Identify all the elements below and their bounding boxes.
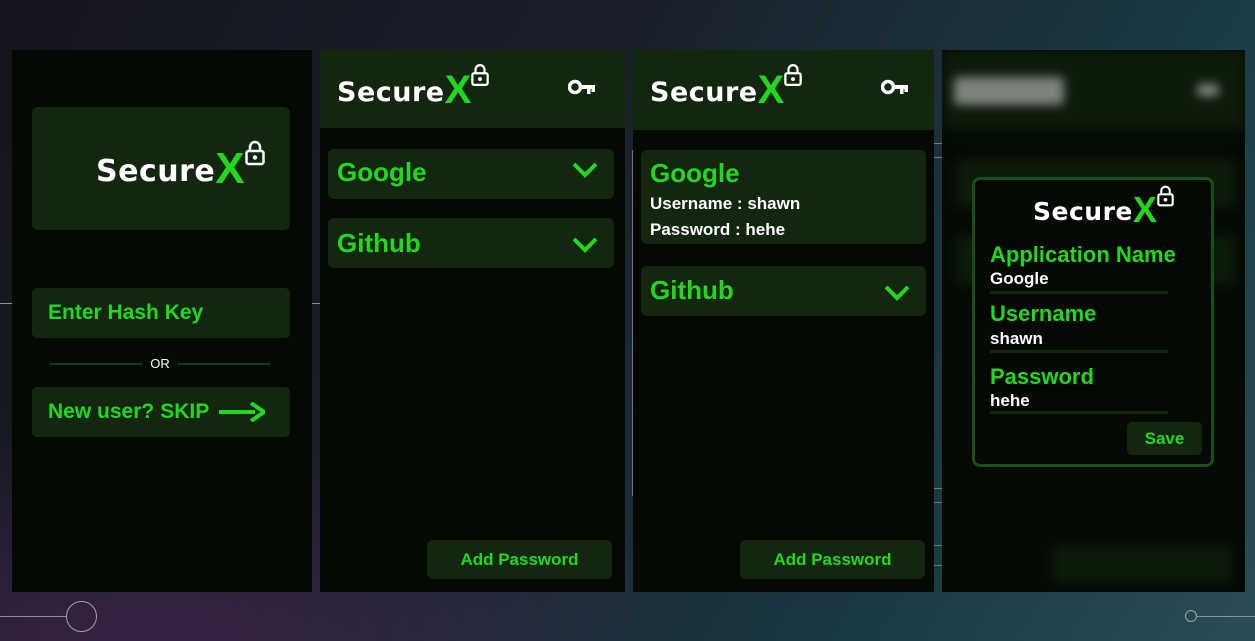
lock-icon [471, 63, 490, 108]
chevron-down-icon[interactable] [572, 237, 598, 258]
entry-name: Google [650, 158, 740, 188]
logo-blur-block [954, 77, 1064, 105]
app-name-label: Application Name [990, 242, 1176, 267]
divider-line [934, 143, 942, 144]
list-item[interactable]: Github [328, 218, 614, 268]
app-logo: ​ [954, 74, 1064, 105]
decor-line [0, 303, 12, 304]
lock-icon [244, 140, 265, 189]
login-screen: Secure X Enter Hash Key OR New user? SKI… [12, 50, 312, 592]
arrow-right-icon [219, 402, 266, 422]
blurred-add-button [1052, 545, 1232, 583]
entry-name: Google [337, 157, 427, 187]
entry-name: Github [650, 275, 734, 305]
decor-circle [66, 601, 97, 632]
logo-x: X [1132, 189, 1157, 230]
decor-line [312, 303, 320, 304]
or-divider: OR [50, 356, 270, 372]
password-list-screen: Secure X Google Github Add Password [320, 50, 625, 592]
decor-circle [1185, 610, 1197, 622]
app-header: ​ [942, 50, 1245, 130]
entry-name: Github [337, 228, 421, 258]
username-label: Username [990, 301, 1097, 326]
username-field[interactable]: shawn [990, 329, 1043, 349]
logo-card: Secure X [32, 107, 290, 230]
divider-line [934, 565, 942, 566]
logo-text: Secure [1033, 197, 1133, 226]
decor-line [1196, 616, 1255, 617]
chevron-down-icon[interactable] [572, 162, 598, 183]
logo-text: Secure [96, 154, 216, 189]
key-icon[interactable] [567, 79, 596, 102]
add-password-button[interactable]: Add Password [427, 540, 612, 579]
logo-text: Secure [650, 77, 758, 108]
add-password-screen: ​ Secure X Application Name Google Usern… [942, 50, 1245, 592]
app-logo: Secure X [337, 63, 490, 112]
divider-line [632, 150, 633, 496]
divider-line [934, 157, 942, 158]
divider-line [934, 502, 942, 503]
password-field[interactable]: hehe [990, 391, 1030, 411]
app-header: Secure X [320, 50, 625, 128]
skip-prefix: New user? [48, 400, 155, 423]
lock-icon [784, 63, 803, 108]
decor-line [0, 616, 66, 617]
key-icon[interactable] [880, 79, 909, 102]
entry-username: Username : shawn [650, 194, 801, 213]
app-logo: Secure X [650, 63, 803, 112]
app-logo: Secure X [1033, 185, 1174, 230]
list-item[interactable]: Github [641, 266, 926, 316]
list-item-expanded[interactable]: Google Username : shawn Password : hehe [641, 150, 926, 244]
password-list-expanded-screen: Secure X Google Username : shawn Passwor… [633, 50, 934, 592]
password-label: Password [990, 364, 1094, 389]
skip-button[interactable]: New user? SKIP [32, 387, 290, 437]
hash-key-input[interactable]: Enter Hash Key [32, 288, 290, 338]
skip-label: SKIP [160, 400, 210, 423]
logo-x: X [757, 68, 785, 112]
app-name-field[interactable]: Google [990, 269, 1049, 289]
save-button[interactable]: Save [1127, 422, 1202, 455]
key-icon [1197, 84, 1219, 96]
app-logo: Secure X [96, 140, 265, 193]
entry-password: Password : hehe [650, 220, 786, 239]
lock-icon [1157, 185, 1174, 226]
field-underline [990, 411, 1168, 414]
field-underline [990, 350, 1168, 353]
add-password-modal: Secure X Application Name Google Usernam… [972, 177, 1214, 467]
field-underline [990, 291, 1168, 294]
app-header: Secure X [633, 50, 934, 130]
logo-text: Secure [337, 77, 445, 108]
add-password-button[interactable]: Add Password [740, 540, 925, 579]
divider-line [178, 363, 270, 365]
logo-x: X [215, 144, 245, 193]
divider-line [934, 545, 942, 546]
list-item[interactable]: Google [328, 149, 614, 199]
divider-line [934, 488, 942, 489]
logo-x: X [444, 68, 472, 112]
chevron-down-icon[interactable] [884, 285, 910, 306]
